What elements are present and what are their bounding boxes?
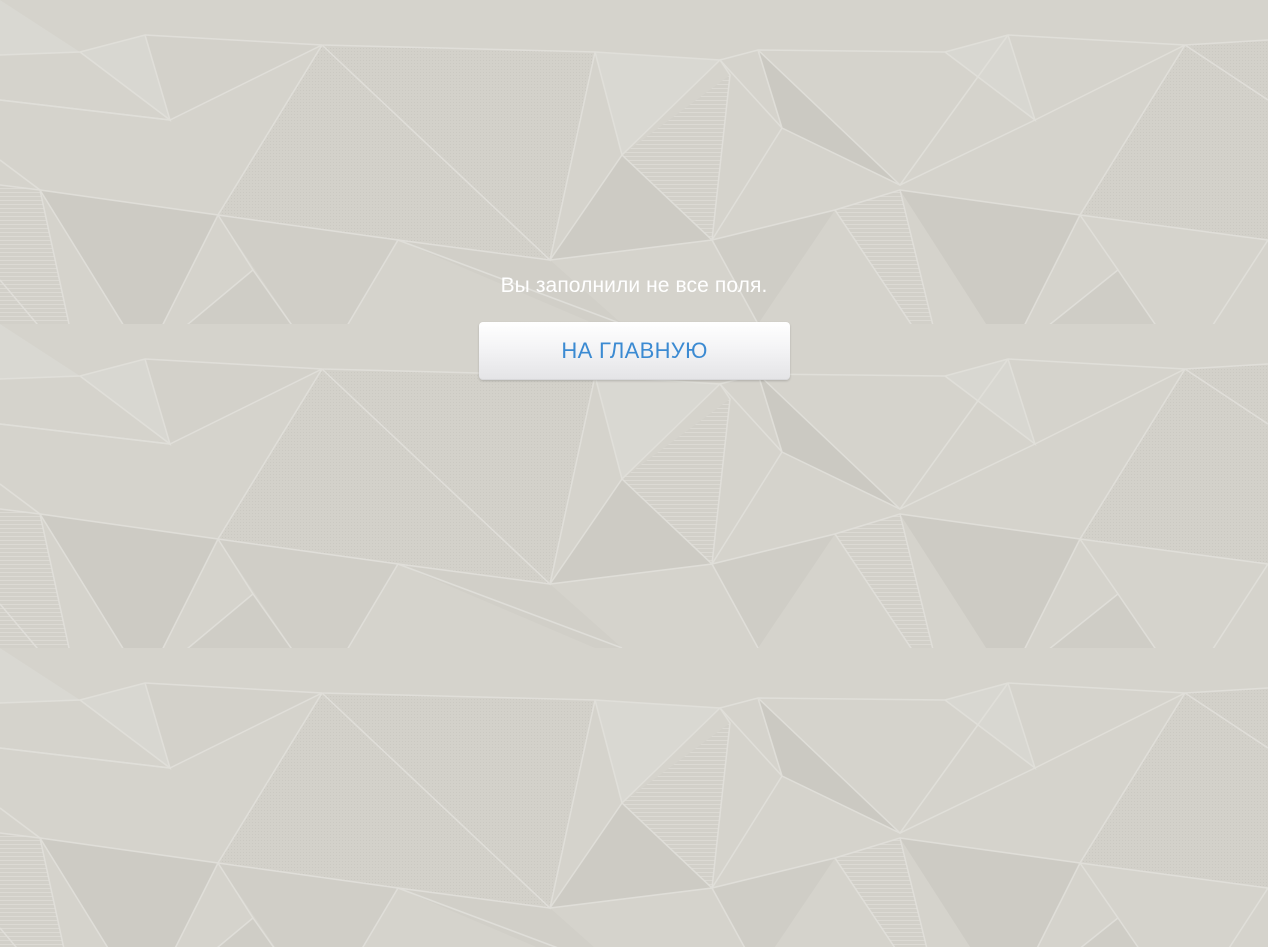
- page-content: Вы заполнили не все поля. НА ГЛАВНУЮ: [0, 0, 1268, 947]
- error-message: Вы заполнили не все поля.: [500, 274, 768, 297]
- home-button-label: НА ГЛАВНУЮ: [561, 338, 708, 363]
- home-button[interactable]: НА ГЛАВНУЮ: [479, 322, 790, 380]
